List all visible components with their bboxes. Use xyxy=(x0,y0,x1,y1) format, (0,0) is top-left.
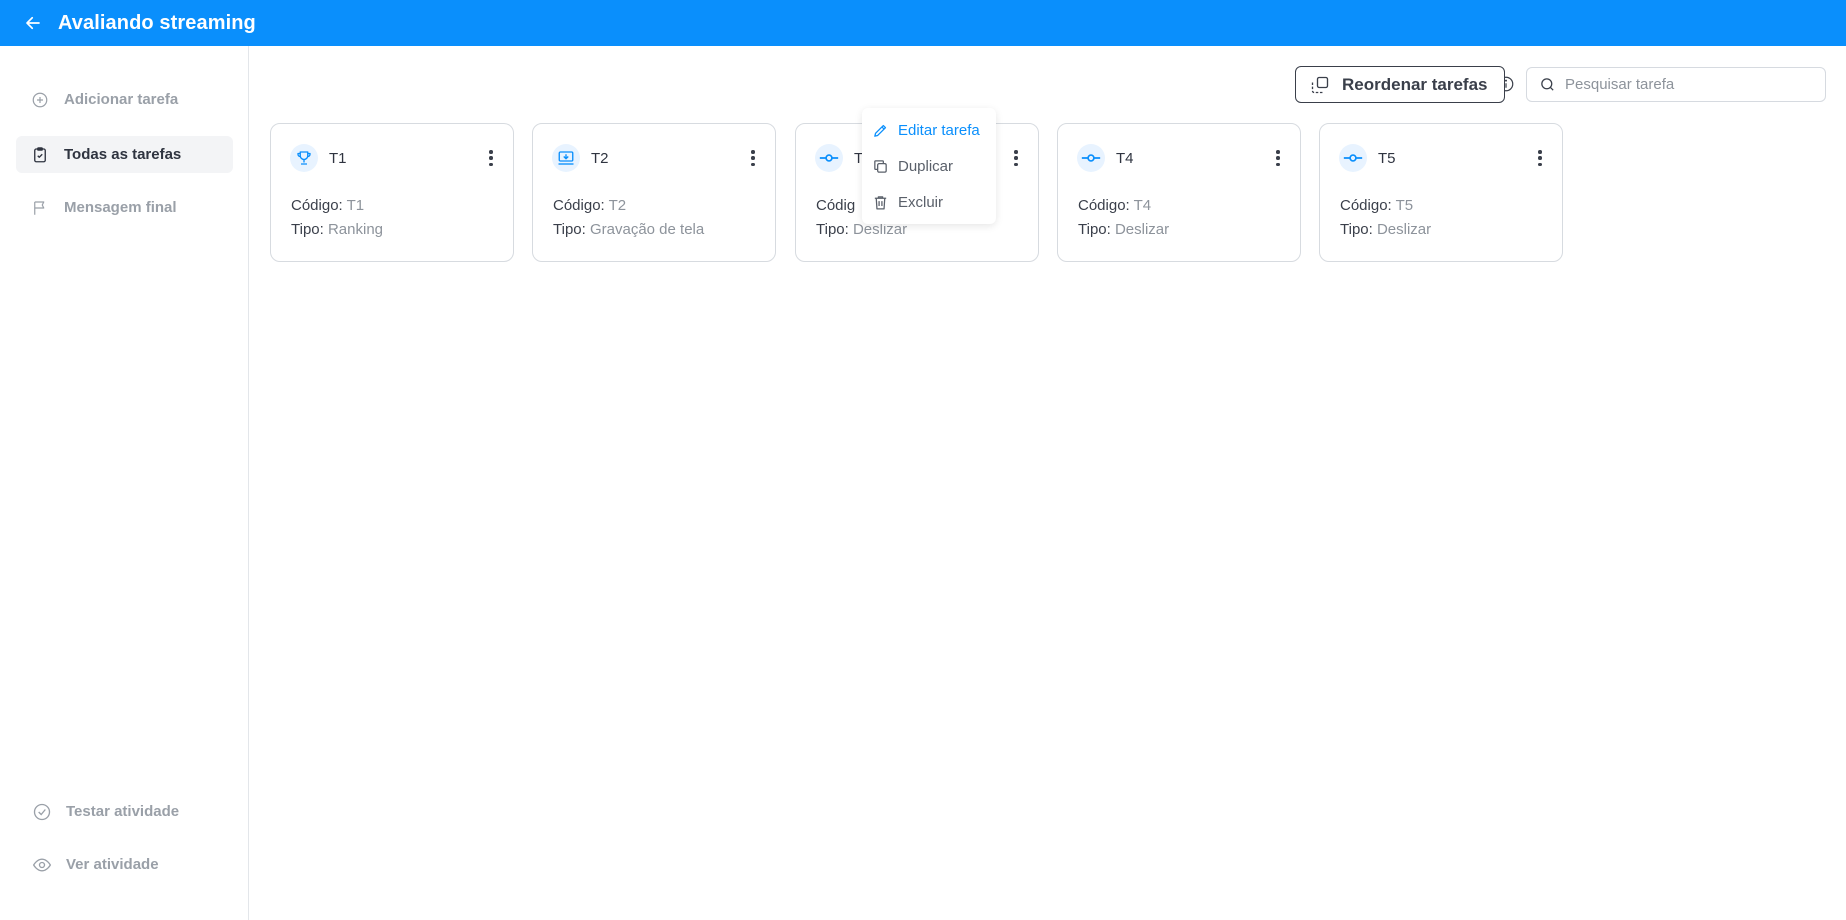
duplicate-label: Duplicar xyxy=(898,157,954,175)
delete-option[interactable]: Excluir xyxy=(862,184,996,220)
search-icon xyxy=(1539,76,1557,94)
back-arrow-icon[interactable] xyxy=(24,13,44,33)
reorder-tasks-button[interactable]: Reordenar tarefas xyxy=(1295,66,1505,103)
more-options-icon[interactable] xyxy=(1272,148,1284,168)
task-name: T5 xyxy=(1378,150,1396,167)
task-code: Códig xyxy=(816,197,856,214)
reorder-icon xyxy=(1310,75,1330,95)
flag-icon xyxy=(30,198,50,218)
top-bar: Avaliando streaming xyxy=(0,0,1846,46)
search-box[interactable] xyxy=(1526,67,1826,102)
task-card-t5[interactable]: T5 Código: T5 Tipo: Deslizar xyxy=(1319,123,1563,262)
more-options-icon[interactable] xyxy=(485,148,497,168)
main-content: Reordenar tarefas T1 Código: T1 Tipo: Ra… xyxy=(250,46,1846,920)
trophy-icon xyxy=(290,144,318,172)
edit-task-label: Editar tarefa xyxy=(898,121,980,139)
eye-icon xyxy=(32,855,52,875)
duplicate-option[interactable]: Duplicar xyxy=(862,148,996,184)
copy-icon xyxy=(872,157,890,175)
sidebar-item-test-activity[interactable]: Testar atividade xyxy=(16,793,233,830)
task-name: T4 xyxy=(1116,150,1134,167)
more-options-icon[interactable] xyxy=(1534,148,1546,168)
sidebar-item-label: Ver atividade xyxy=(66,856,159,873)
clipboard-check-icon xyxy=(30,145,50,165)
sidebar-item-all-tasks[interactable]: Todas as tarefas xyxy=(16,136,233,173)
screen-record-icon xyxy=(552,144,580,172)
more-options-icon[interactable] xyxy=(747,148,759,168)
sidebar-item-label: Testar atividade xyxy=(66,803,180,820)
sidebar: Adicionar tarefa Todas as tarefas Mensag… xyxy=(0,46,249,920)
slider-icon xyxy=(1339,144,1367,172)
sidebar-item-label: Adicionar tarefa xyxy=(64,91,179,108)
task-code: Código: T4 xyxy=(1078,197,1152,214)
task-type: Tipo: Deslizar xyxy=(1340,221,1432,238)
task-code: Código: T2 xyxy=(553,197,627,214)
task-code: Código: T1 xyxy=(291,197,365,214)
task-type: Tipo: Deslizar xyxy=(1078,221,1170,238)
task-context-menu: Editar tarefa Duplicar Excluir xyxy=(862,108,996,224)
slider-icon xyxy=(1077,144,1105,172)
task-type: Tipo: Ranking xyxy=(291,221,384,238)
trash-icon xyxy=(872,193,890,211)
page-title: Avaliando streaming xyxy=(58,11,256,34)
edit-task-option[interactable]: Editar tarefa xyxy=(862,112,996,148)
task-card-t2[interactable]: T2 Código: T2 Tipo: Gravação de tela xyxy=(532,123,776,262)
slider-icon xyxy=(815,144,843,172)
more-options-icon[interactable] xyxy=(1010,148,1022,168)
sidebar-item-label: Mensagem final xyxy=(64,199,177,216)
sidebar-item-view-activity[interactable]: Ver atividade xyxy=(16,846,233,883)
task-code: Código: T5 xyxy=(1340,197,1414,214)
task-type: Tipo: Gravação de tela xyxy=(553,221,705,238)
task-name: T2 xyxy=(591,150,609,167)
delete-label: Excluir xyxy=(898,193,944,211)
plus-circle-icon xyxy=(30,90,50,110)
search-input[interactable] xyxy=(1565,76,1805,93)
reorder-tasks-label: Reordenar tarefas xyxy=(1342,74,1488,94)
task-card-t1[interactable]: T1 Código: T1 Tipo: Ranking xyxy=(270,123,514,262)
sidebar-item-label: Todas as tarefas xyxy=(64,146,182,163)
task-card-t4[interactable]: T4 Código: T4 Tipo: Deslizar xyxy=(1057,123,1301,262)
sidebar-item-final-message[interactable]: Mensagem final xyxy=(16,189,233,226)
pencil-icon xyxy=(872,121,890,139)
task-name: T1 xyxy=(329,150,347,167)
check-circle-icon xyxy=(32,802,52,822)
sidebar-item-add-task[interactable]: Adicionar tarefa xyxy=(16,81,233,118)
